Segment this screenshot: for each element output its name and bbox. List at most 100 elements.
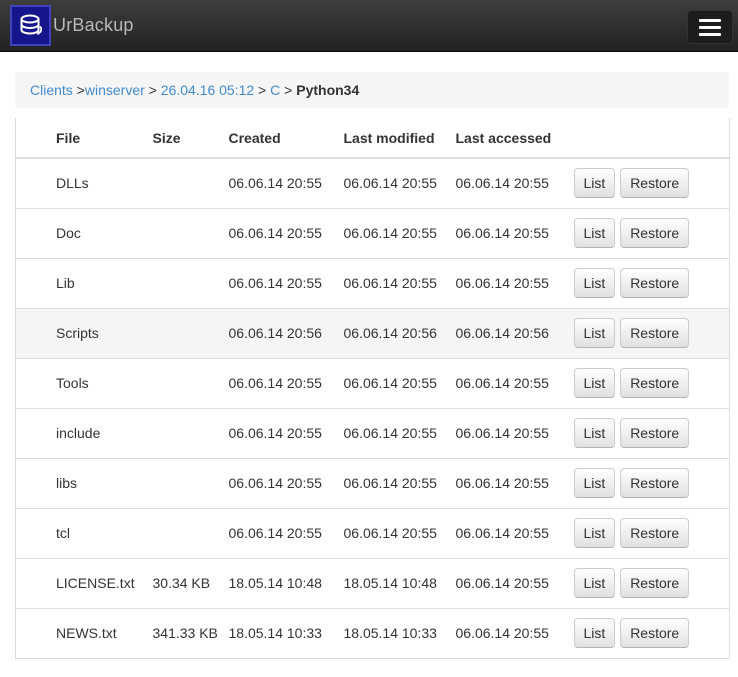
created-date: 06.06.14 20:55 <box>228 208 344 259</box>
file-name: DLLs <box>15 158 153 209</box>
table-row: include 06.06.14 20:55 06.06.14 20:55 06… <box>15 408 730 459</box>
created-date: 06.06.14 20:55 <box>228 458 344 509</box>
file-name: include <box>15 408 153 459</box>
urbackup-logo-icon <box>10 5 51 46</box>
breadcrumb-item-winserver[interactable]: winserver <box>85 82 145 98</box>
file-size <box>152 208 229 259</box>
file-name: Scripts <box>15 308 153 359</box>
breadcrumb: Clients >winserver > 26.04.16 05:12 > C … <box>15 72 729 108</box>
restore-button[interactable]: Restore <box>620 168 690 199</box>
hamburger-bar <box>699 32 721 36</box>
hamburger-menu-icon[interactable] <box>687 10 733 44</box>
row-actions: List Restore <box>565 258 730 309</box>
restore-button[interactable]: Restore <box>620 468 690 498</box>
row-actions: List Restore <box>565 408 730 459</box>
breadcrumb-separator: > <box>72 82 85 98</box>
file-size: 30.34 KB <box>152 558 229 609</box>
last-modified-date: 06.06.14 20:55 <box>343 258 456 309</box>
table-row: LICENSE.txt 30.34 KB 18.05.14 10:48 18.0… <box>15 558 730 609</box>
file-name: Lib <box>15 258 153 309</box>
restore-button[interactable]: Restore <box>620 618 690 648</box>
restore-button[interactable]: Restore <box>620 318 690 348</box>
created-date: 18.05.14 10:48 <box>228 558 344 609</box>
brand-link[interactable]: UrBackup <box>0 0 134 51</box>
list-button[interactable]: List <box>573 418 616 448</box>
last-modified-date: 06.06.14 20:55 <box>343 358 456 409</box>
last-accessed-date: 06.06.14 20:56 <box>455 308 566 359</box>
table-row: libs 06.06.14 20:55 06.06.14 20:55 06.06… <box>15 458 730 509</box>
created-date: 18.05.14 10:33 <box>228 608 344 659</box>
breadcrumb-separator: > <box>280 82 297 98</box>
file-size <box>152 508 229 559</box>
file-size <box>152 358 229 409</box>
file-name: libs <box>15 458 153 509</box>
table-row: Tools 06.06.14 20:55 06.06.14 20:55 06.0… <box>15 358 730 409</box>
created-date: 06.06.14 20:55 <box>228 408 344 459</box>
file-name: LICENSE.txt <box>15 558 153 609</box>
file-size <box>152 458 229 509</box>
last-accessed-date: 06.06.14 20:55 <box>455 608 566 659</box>
row-actions: List Restore <box>565 508 730 559</box>
created-date: 06.06.14 20:55 <box>228 158 344 209</box>
restore-button[interactable]: Restore <box>620 218 690 248</box>
header-file: File <box>15 118 153 159</box>
last-accessed-date: 06.06.14 20:55 <box>455 208 566 259</box>
last-accessed-date: 06.06.14 20:55 <box>455 258 566 309</box>
last-modified-date: 06.06.14 20:55 <box>343 458 456 509</box>
last-modified-date: 06.06.14 20:55 <box>343 158 456 209</box>
last-accessed-date: 06.06.14 20:55 <box>455 358 566 409</box>
restore-button[interactable]: Restore <box>620 518 690 548</box>
list-button[interactable]: List <box>573 168 616 199</box>
last-accessed-date: 06.06.14 20:55 <box>455 508 566 559</box>
row-actions: List Restore <box>565 358 730 409</box>
created-date: 06.06.14 20:56 <box>228 308 344 359</box>
brand-title: UrBackup <box>53 15 134 35</box>
breadcrumb-item-clients[interactable]: Clients <box>30 82 73 98</box>
row-actions: List Restore <box>565 558 730 609</box>
file-name: Doc <box>15 208 153 259</box>
breadcrumb-item-26-04-16-05-12[interactable]: 26.04.16 05:12 <box>161 82 254 98</box>
file-name: NEWS.txt <box>15 608 153 659</box>
restore-button[interactable]: Restore <box>620 268 690 298</box>
file-size <box>152 158 229 209</box>
table-row: NEWS.txt 341.33 KB 18.05.14 10:33 18.05.… <box>15 608 730 659</box>
header-size: Size <box>152 118 229 159</box>
file-size <box>152 258 229 309</box>
file-size: 341.33 KB <box>152 608 229 659</box>
table-row: Lib 06.06.14 20:55 06.06.14 20:55 06.06.… <box>15 258 730 309</box>
breadcrumb-item-c[interactable]: C <box>270 82 280 98</box>
created-date: 06.06.14 20:55 <box>228 508 344 559</box>
list-button[interactable]: List <box>573 218 616 248</box>
list-button[interactable]: List <box>573 318 616 348</box>
restore-button[interactable]: Restore <box>620 568 690 598</box>
last-modified-date: 06.06.14 20:55 <box>343 408 456 459</box>
last-modified-date: 06.06.14 20:55 <box>343 508 456 559</box>
list-button[interactable]: List <box>573 618 616 648</box>
row-actions: List Restore <box>565 308 730 359</box>
last-modified-date: 18.05.14 10:33 <box>343 608 456 659</box>
list-button[interactable]: List <box>573 568 616 598</box>
breadcrumb-separator: > <box>254 82 271 98</box>
table-header-row: File Size Created Last modified Last acc… <box>15 118 730 159</box>
hamburger-bar <box>699 25 721 29</box>
header-created: Created <box>228 118 344 159</box>
table-row: DLLs 06.06.14 20:55 06.06.14 20:55 06.06… <box>15 158 730 209</box>
last-accessed-date: 06.06.14 20:55 <box>455 558 566 609</box>
list-button[interactable]: List <box>573 368 616 398</box>
created-date: 06.06.14 20:55 <box>228 358 344 409</box>
file-name: tcl <box>15 508 153 559</box>
header-last-modified: Last modified <box>343 118 456 159</box>
list-button[interactable]: List <box>573 518 616 548</box>
row-actions: List Restore <box>565 158 730 209</box>
list-button[interactable]: List <box>573 268 616 298</box>
header-actions <box>565 118 730 159</box>
last-modified-date: 06.06.14 20:55 <box>343 208 456 259</box>
breadcrumb-separator: > <box>144 82 161 98</box>
list-button[interactable]: List <box>573 468 616 498</box>
file-name: Tools <box>15 358 153 409</box>
restore-button[interactable]: Restore <box>620 368 690 398</box>
header-last-accessed: Last accessed <box>455 118 566 159</box>
breadcrumb-item-python34: Python34 <box>296 82 360 98</box>
restore-button[interactable]: Restore <box>620 418 690 448</box>
file-size <box>152 408 229 459</box>
